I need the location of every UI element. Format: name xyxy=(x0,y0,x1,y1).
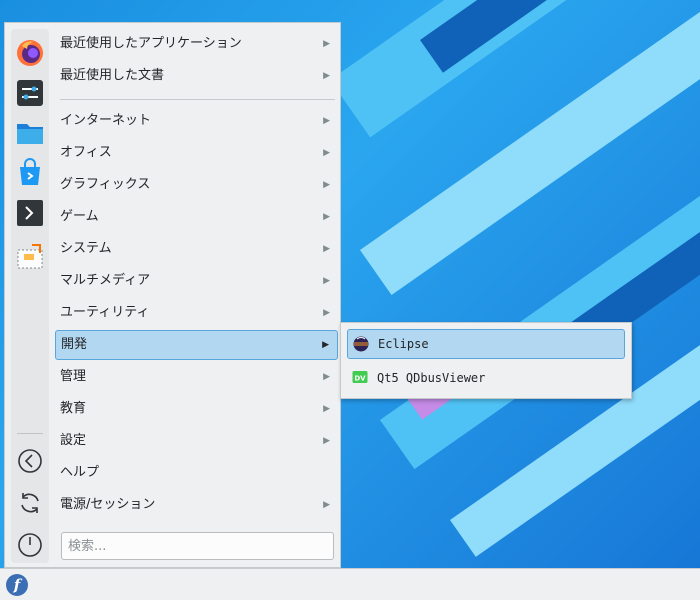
chevron-right-icon: ▶ xyxy=(323,148,330,158)
category-label: マルチメディア xyxy=(60,273,151,288)
category-label: システム xyxy=(60,241,112,256)
qdbusviewer-icon: DV xyxy=(352,369,368,385)
category-utilities[interactable]: ユーティリティ ▶ xyxy=(55,298,338,328)
submenu-item-eclipse[interactable]: Eclipse xyxy=(347,329,625,359)
chevron-right-icon: ▶ xyxy=(323,436,330,446)
category-label: 最近使用したアプリケーション xyxy=(60,36,242,51)
chevron-right-icon: ▶ xyxy=(323,276,330,286)
system-settings-icon[interactable] xyxy=(14,77,46,109)
category-label: インターネット xyxy=(60,113,152,128)
chevron-right-icon: ▶ xyxy=(323,308,330,318)
category-games[interactable]: ゲーム ▶ xyxy=(55,202,338,232)
chevron-right-icon: ▶ xyxy=(323,372,330,382)
application-launcher-menu: 最近使用したアプリケーション ▶ 最近使用した文書 ▶ インターネット ▶ オフ… xyxy=(4,22,341,568)
category-help[interactable]: ヘルプ xyxy=(55,458,338,488)
category-office[interactable]: オフィス ▶ xyxy=(55,138,338,168)
screenshot-tool-icon[interactable] xyxy=(14,241,46,273)
power-icon[interactable] xyxy=(16,531,44,559)
category-internet[interactable]: インターネット ▶ xyxy=(55,106,338,136)
eclipse-icon xyxy=(353,336,369,352)
fedora-launcher-icon[interactable]: f xyxy=(6,574,28,596)
category-power-session[interactable]: 電源/セッション ▶ xyxy=(55,490,338,520)
category-label: ヘルプ xyxy=(60,465,100,480)
firefox-icon[interactable] xyxy=(14,37,46,69)
category-label: ゲーム xyxy=(60,209,99,224)
category-multimedia[interactable]: マルチメディア ▶ xyxy=(55,266,338,296)
chevron-right-icon: ▶ xyxy=(322,340,329,350)
menu-separator xyxy=(60,99,335,100)
category-label: 設定 xyxy=(60,433,87,448)
category-label: オフィス xyxy=(60,145,112,160)
software-store-icon[interactable] xyxy=(14,157,46,189)
taskbar-panel: f xyxy=(0,568,700,600)
submenu-item-qdbusviewer[interactable]: DV Qt5 QDbusViewer xyxy=(347,363,625,393)
chevron-right-icon: ▶ xyxy=(323,71,330,81)
submenu-item-label: Eclipse xyxy=(378,337,429,351)
sidebar-separator xyxy=(17,433,43,434)
category-label: 電源/セッション xyxy=(60,497,156,512)
chevron-right-icon: ▶ xyxy=(323,500,330,510)
category-recent-apps[interactable]: 最近使用したアプリケーション ▶ xyxy=(55,29,338,59)
category-system[interactable]: システム ▶ xyxy=(55,234,338,264)
category-administration[interactable]: 管理 ▶ xyxy=(55,362,338,392)
search-input[interactable] xyxy=(61,532,334,560)
chevron-right-icon: ▶ xyxy=(323,39,330,49)
category-label: グラフィックス xyxy=(60,177,151,192)
category-education[interactable]: 教育 ▶ xyxy=(55,394,338,424)
chevron-right-icon: ▶ xyxy=(323,180,330,190)
chevron-right-icon: ▶ xyxy=(323,404,330,414)
category-settings[interactable]: 設定 ▶ xyxy=(55,426,338,456)
category-label: 最近使用した文書 xyxy=(60,68,165,83)
category-label: ユーティリティ xyxy=(60,305,150,320)
qdbusviewer-icon-text: DV xyxy=(354,375,366,383)
category-graphics[interactable]: グラフィックス ▶ xyxy=(55,170,338,200)
development-submenu: Eclipse DV Qt5 QDbusViewer xyxy=(340,322,632,399)
category-development[interactable]: 開発 ▶ xyxy=(55,330,338,360)
terminal-icon[interactable] xyxy=(14,197,46,229)
file-manager-icon[interactable] xyxy=(14,117,46,149)
category-label: 教育 xyxy=(60,401,87,416)
back-icon[interactable] xyxy=(16,447,44,475)
submenu-item-label: Qt5 QDbusViewer xyxy=(377,371,486,385)
category-label: 開発 xyxy=(61,337,88,352)
chevron-right-icon: ▶ xyxy=(323,212,330,222)
chevron-right-icon: ▶ xyxy=(323,244,330,254)
chevron-right-icon: ▶ xyxy=(323,116,330,126)
restart-icon[interactable] xyxy=(16,489,44,517)
favorites-sidebar xyxy=(11,29,49,563)
category-label: 管理 xyxy=(60,369,87,384)
category-recent-documents[interactable]: 最近使用した文書 ▶ xyxy=(55,61,338,91)
